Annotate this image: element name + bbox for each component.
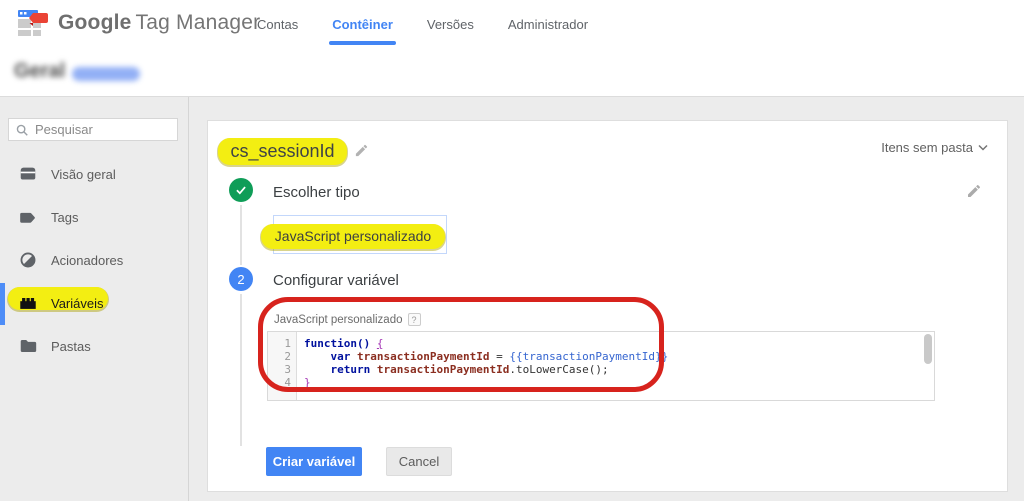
- code-token: [370, 363, 377, 376]
- line-number: 2: [271, 350, 291, 363]
- sidebar: Visão geral Tags Acionadores: [0, 97, 189, 501]
- code-token: {{transactionPaymentId}}: [509, 350, 668, 363]
- code-token: return: [331, 363, 371, 376]
- step-connector: [240, 294, 242, 446]
- redacted-container-link[interactable]: [72, 67, 140, 81]
- sidebar-item-label: Variáveis: [51, 296, 104, 311]
- code-token: [350, 350, 357, 363]
- cancel-button[interactable]: Cancel: [386, 447, 452, 476]
- edit-type-pencil-icon[interactable]: [966, 183, 982, 199]
- line-number: 1: [271, 337, 291, 350]
- code-line: function() {: [304, 337, 383, 350]
- sidebar-item-acionadores[interactable]: Acionadores: [0, 246, 188, 274]
- code-token: transactionPaymentId: [377, 363, 509, 376]
- create-variable-button[interactable]: Criar variável: [266, 447, 362, 476]
- sidebar-item-tags[interactable]: Tags: [0, 203, 188, 231]
- code-token: =: [489, 350, 509, 363]
- search-box[interactable]: [8, 118, 178, 141]
- sidebar-item-visao-geral[interactable]: Visão geral: [0, 160, 188, 188]
- sidebar-item-label: Pastas: [51, 339, 91, 354]
- code-editor[interactable]: 1 2 3 4 function() { var transactionPaym…: [267, 331, 935, 401]
- variable-editor-card: cs_sessionId Itens sem pasta Escolher ti…: [207, 120, 1008, 492]
- code-token: }: [304, 376, 311, 389]
- gtm-logo-icon: [16, 5, 50, 41]
- trigger-icon: [18, 250, 38, 270]
- code-line: return transactionPaymentId.toLowerCase(…: [304, 363, 609, 376]
- code-token: [304, 363, 331, 376]
- step1-check-circle: [229, 178, 253, 202]
- sidebar-item-label: Tags: [51, 210, 78, 225]
- tag-icon: [18, 207, 38, 227]
- tab-administrador[interactable]: Administrador: [491, 0, 605, 48]
- step2-label: Configurar variável: [273, 272, 399, 289]
- header-tabs: Contas Contêiner Versões Administrador: [240, 0, 605, 48]
- sidebar-item-label: Visão geral: [51, 167, 116, 182]
- edit-name-pencil-icon[interactable]: [354, 143, 369, 158]
- code-line: var transactionPaymentId = {{transaction…: [304, 350, 668, 363]
- sidebar-item-variaveis[interactable]: Variáveis: [0, 289, 188, 317]
- editor-gutter: 1 2 3 4: [268, 332, 297, 400]
- variables-brick-icon: [18, 293, 38, 313]
- step1-label: Escolher tipo: [273, 184, 360, 201]
- variable-type-value: JavaScript personalizado: [261, 224, 445, 249]
- sidebar-item-label: Acionadores: [51, 253, 123, 268]
- tab-contas[interactable]: Contas: [240, 0, 315, 48]
- help-icon[interactable]: ?: [408, 313, 421, 326]
- sidebar-item-pastas[interactable]: Pastas: [0, 332, 188, 360]
- code-token: {: [377, 337, 384, 350]
- folder-icon: [18, 336, 38, 356]
- chevron-down-icon: [978, 144, 988, 151]
- code-token: function(): [304, 337, 370, 350]
- app-title: GoogleTag Manager: [58, 11, 260, 35]
- page-body: Visão geral Tags Acionadores: [0, 97, 1024, 501]
- variable-name: cs_sessionId: [218, 138, 347, 165]
- editor-scrollbar[interactable]: [924, 334, 932, 364]
- code-token: .toLowerCase();: [509, 363, 608, 376]
- code-line: }: [304, 376, 311, 389]
- editor-field-label-text: JavaScript personalizado: [274, 314, 403, 326]
- tab-versoes[interactable]: Versões: [410, 0, 491, 48]
- overview-icon: [18, 164, 38, 184]
- code-token: var: [331, 350, 351, 363]
- app-header: GoogleTag Manager Contas Contêiner Versõ…: [0, 0, 1024, 48]
- breadcrumb-bar: Geral: [0, 48, 1024, 97]
- folder-dropdown-label: Itens sem pasta: [881, 140, 973, 155]
- code-token: transactionPaymentId: [357, 350, 489, 363]
- code-token: [304, 350, 331, 363]
- step-connector: [240, 205, 242, 265]
- code-token: [370, 337, 377, 350]
- search-input[interactable]: [35, 122, 165, 137]
- check-icon: [234, 183, 248, 197]
- tab-conteiner[interactable]: Contêiner: [315, 0, 410, 48]
- line-number: 4: [271, 376, 291, 389]
- gtm-logo: GoogleTag Manager: [16, 5, 260, 41]
- step2-number-circle: 2: [229, 267, 253, 291]
- search-icon: [15, 123, 29, 137]
- folder-dropdown[interactable]: Itens sem pasta: [881, 140, 988, 155]
- editor-field-label: JavaScript personalizado ?: [274, 313, 421, 326]
- breadcrumb-account-name: Geral: [14, 60, 65, 83]
- line-number: 3: [271, 363, 291, 376]
